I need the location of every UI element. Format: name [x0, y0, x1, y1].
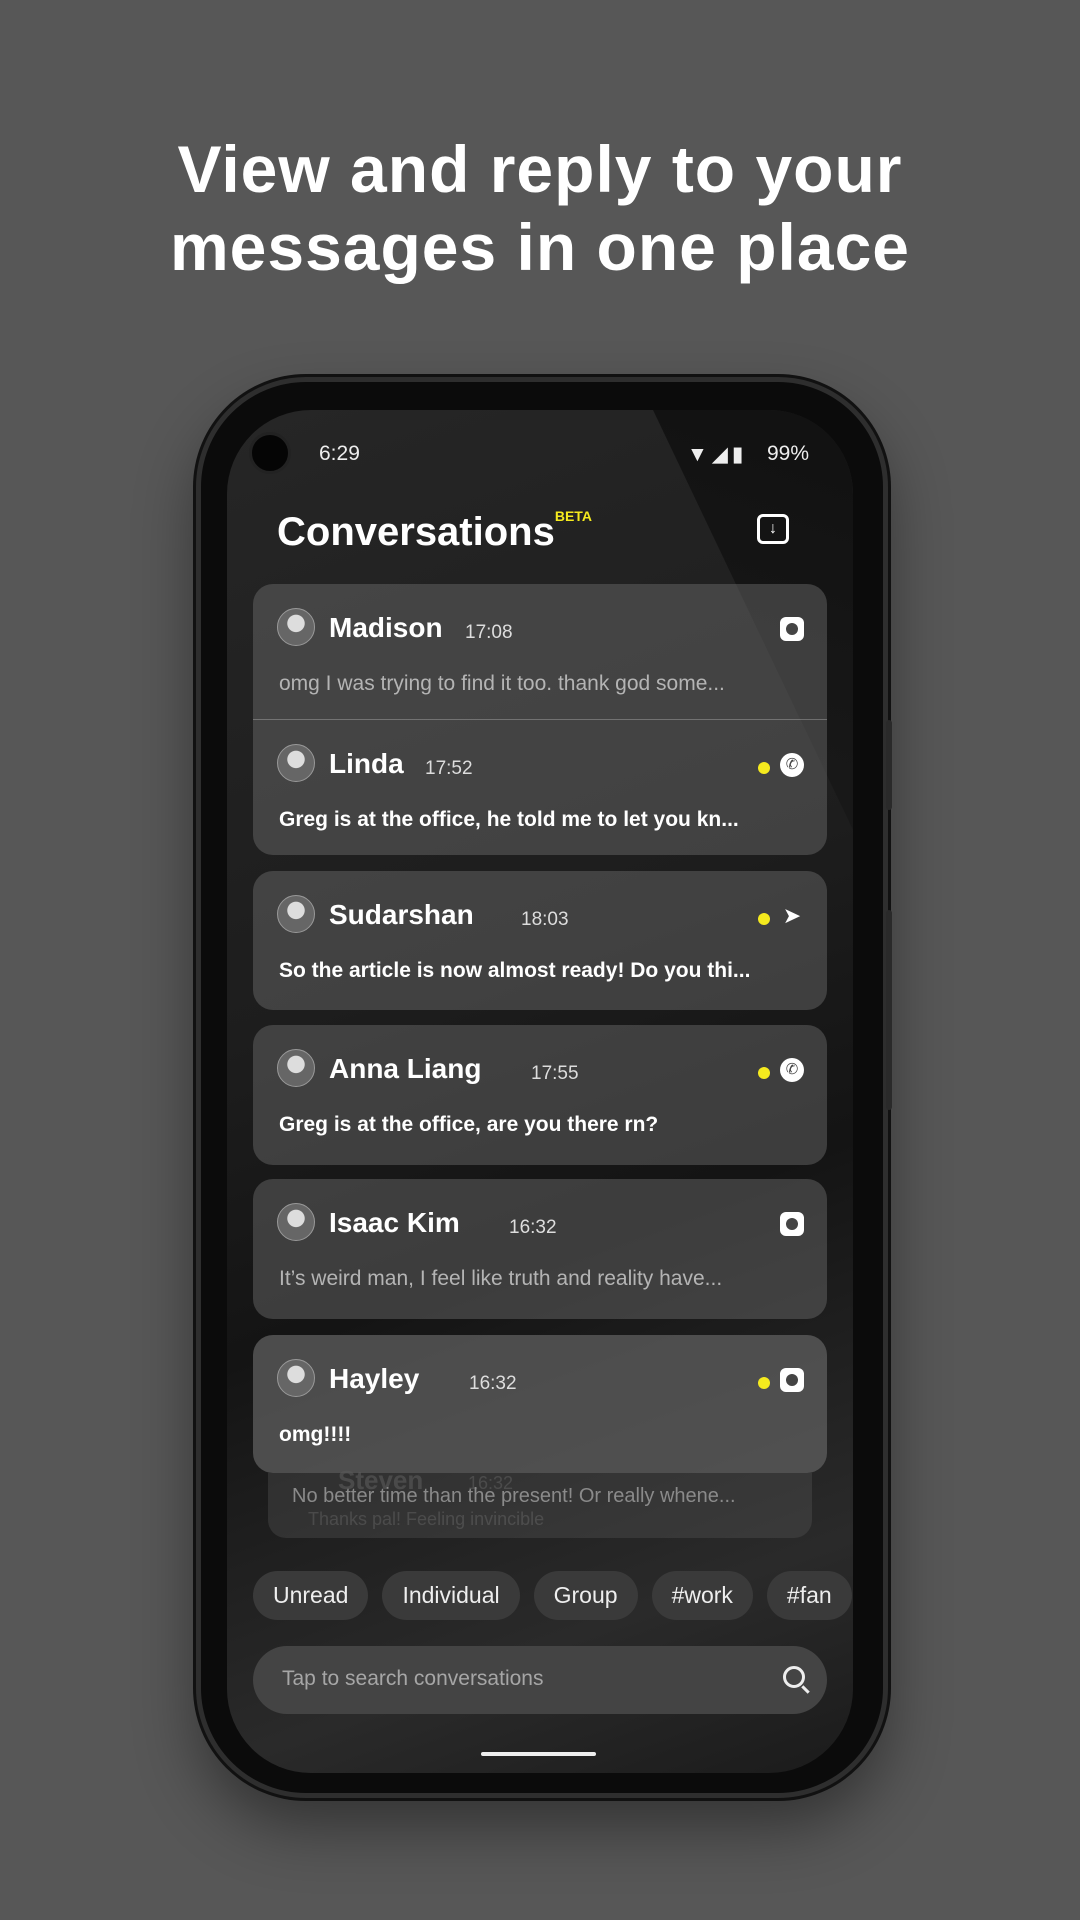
message-preview: It’s weird man, I feel like truth and re… — [279, 1267, 723, 1290]
contact-name: Hayley — [329, 1363, 420, 1394]
avatar — [277, 1359, 315, 1397]
phone-side-button — [886, 720, 892, 810]
message-time: 17:55 — [531, 1063, 579, 1084]
message-preview: omg!!!! — [279, 1423, 352, 1446]
avatar — [277, 895, 315, 933]
battery-percent: 99% — [767, 442, 810, 465]
conversation-item-faded[interactable]: Steven 16:32 No better time than the pre… — [268, 1465, 812, 1538]
conversation-item[interactable]: Madison 17:08 omg I was trying to find i… — [253, 584, 827, 719]
instagram-icon — [780, 617, 804, 641]
archive-download-icon[interactable]: ↓ — [757, 514, 789, 544]
avatar — [277, 1203, 315, 1241]
conversation-item[interactable]: Hayley 16:32 omg!!!! — [253, 1335, 827, 1473]
status-time: 6:29 — [319, 442, 360, 465]
conversation-item[interactable]: Anna Liang 17:55 ✆ Greg is at the office… — [253, 1025, 827, 1165]
contact-name: Linda — [329, 748, 404, 779]
wifi-signal-battery-icons: ▼◢▮ — [687, 443, 748, 466]
contact-name: Sudarshan — [329, 899, 474, 930]
message-preview: Greg is at the office, he told me to let… — [279, 808, 739, 831]
whatsapp-icon: ✆ — [780, 1058, 804, 1082]
message-time: 17:52 — [425, 758, 473, 779]
conversation-group-card: Madison 17:08 omg I was trying to find i… — [253, 584, 827, 855]
search-icon[interactable] — [783, 1666, 805, 1688]
instagram-icon — [780, 1368, 804, 1392]
avatar — [277, 1049, 315, 1087]
filter-chip-fan[interactable]: #fan — [766, 1571, 852, 1620]
telegram-icon: ➤ — [782, 903, 802, 928]
page-title: ConversationsBETA — [277, 508, 592, 555]
message-preview-secondary: Thanks pal! Feeling invincible — [308, 1509, 545, 1529]
message-preview: No better time than the present! Or real… — [292, 1485, 736, 1507]
message-time: 16:32 — [469, 1373, 517, 1394]
beta-badge: BETA — [554, 508, 592, 524]
avatar — [277, 608, 315, 646]
whatsapp-icon: ✆ — [780, 753, 804, 777]
contact-name: Madison — [329, 612, 443, 643]
headline: View and reply to your messages in one p… — [0, 130, 1080, 286]
camera-icon — [249, 432, 291, 474]
search-input[interactable]: Tap to search conversations — [253, 1646, 827, 1714]
message-time: 18:03 — [521, 909, 569, 930]
headline-line-1: View and reply to your — [177, 132, 903, 206]
conversation-item[interactable]: Sudarshan 18:03 ➤ So the article is now … — [253, 871, 827, 1010]
conversation-item[interactable]: Isaac Kim 16:32 It’s weird man, I feel l… — [253, 1179, 827, 1319]
unread-dot — [758, 762, 770, 774]
message-time: 16:32 — [509, 1217, 557, 1238]
message-time: 17:08 — [465, 622, 513, 643]
phone-volume-button — [886, 910, 892, 1110]
instagram-icon — [780, 1212, 804, 1236]
message-preview: omg I was trying to find it too. thank g… — [279, 672, 725, 695]
filter-chip-group[interactable]: Group — [533, 1571, 638, 1620]
message-preview: Greg is at the office, are you there rn? — [279, 1113, 659, 1136]
contact-name: Isaac Kim — [329, 1207, 460, 1238]
filter-chips: Unread Individual Group #work #fan — [253, 1571, 852, 1620]
title-text: Conversations — [277, 510, 555, 554]
search-placeholder: Tap to search conversations — [282, 1667, 544, 1690]
unread-dot — [758, 1377, 770, 1389]
filter-chip-unread[interactable]: Unread — [253, 1571, 369, 1620]
filter-chip-work[interactable]: #work — [651, 1571, 753, 1620]
home-indicator[interactable] — [481, 1752, 596, 1756]
unread-dot — [758, 913, 770, 925]
filter-chip-individual[interactable]: Individual — [382, 1571, 520, 1620]
unread-dot — [758, 1067, 770, 1079]
conversation-item[interactable]: Linda 17:52 ✆ Greg is at the office, he … — [253, 720, 827, 855]
avatar — [277, 744, 315, 782]
headline-line-2: messages in one place — [169, 210, 910, 284]
message-preview: So the article is now almost ready! Do y… — [279, 959, 751, 982]
contact-name: Anna Liang — [329, 1053, 482, 1084]
phone-screen: 6:29 ▼◢▮ 99% ConversationsBETA ↓ Madison… — [227, 410, 853, 1773]
